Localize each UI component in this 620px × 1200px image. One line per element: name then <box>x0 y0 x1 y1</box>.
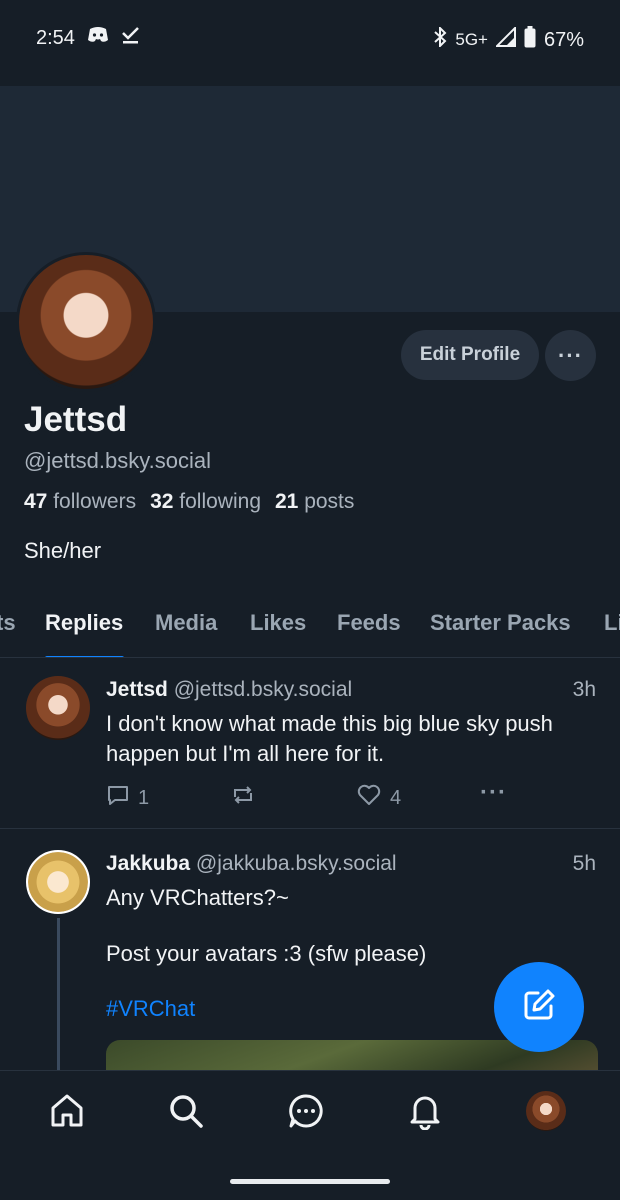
profile-stats: 47 followers 32 following 21 posts <box>24 490 354 514</box>
post-header: Jettsd @jettsd.bsky.social <box>106 678 352 702</box>
reply-count: 1 <box>138 786 150 809</box>
followers-count: 47 <box>24 490 48 513</box>
like-button[interactable]: 4 <box>356 783 401 813</box>
post-time: 5h <box>572 852 596 875</box>
post-author-avatar[interactable] <box>26 676 90 740</box>
profile-avatar[interactable] <box>16 252 156 392</box>
post-actions: 1 4 ··· <box>106 779 526 813</box>
bluetooth-icon <box>433 25 447 53</box>
post-divider <box>0 828 620 829</box>
profile-bio: She/her <box>24 538 102 563</box>
post-more-button[interactable]: ··· <box>480 779 507 807</box>
following-stat[interactable]: 32 following <box>150 490 261 514</box>
tab-lists[interactable]: Li <box>604 610 620 636</box>
tab-media[interactable]: Media <box>155 610 217 636</box>
post-author-name[interactable]: Jakkuba <box>106 852 190 875</box>
profile-tabs: ts Replies Media Likes Feeds Starter Pac… <box>0 604 620 658</box>
tab-feeds[interactable]: Feeds <box>337 610 401 636</box>
tab-likes[interactable]: Likes <box>250 610 306 636</box>
more-dots-icon: ··· <box>558 342 583 368</box>
following-count: 32 <box>150 490 174 513</box>
nav-search[interactable] <box>164 1091 208 1135</box>
bottom-navigation <box>0 1070 620 1200</box>
thread-line <box>57 918 60 1078</box>
compose-button[interactable] <box>494 962 584 1052</box>
post-text: I don't know what made this big blue sky… <box>106 711 553 766</box>
chat-icon <box>287 1092 325 1135</box>
post-header: Jakkuba @jakkuba.bsky.social <box>106 852 397 876</box>
check-icon <box>121 26 141 50</box>
edit-profile-button[interactable]: Edit Profile <box>401 330 539 380</box>
status-bar: 2:54 5G+ 67% <box>0 0 620 86</box>
signal-icon <box>494 25 516 53</box>
repost-button[interactable] <box>230 783 256 813</box>
following-label: following <box>179 490 261 513</box>
status-time: 2:54 <box>36 26 75 49</box>
network-type: 5G+ <box>455 30 488 49</box>
home-icon <box>48 1092 86 1135</box>
like-count: 4 <box>390 786 402 809</box>
compose-icon <box>521 987 557 1028</box>
reply-icon <box>106 783 130 813</box>
discord-icon <box>87 26 109 50</box>
heart-icon <box>356 783 382 813</box>
post-author-avatar[interactable] <box>26 850 90 914</box>
more-options-button[interactable]: ··· <box>545 330 596 381</box>
post-text-line: Any VRChatters?~ <box>106 885 289 910</box>
reply-button[interactable]: 1 <box>106 783 149 813</box>
tab-replies[interactable]: Replies <box>45 610 123 636</box>
battery-percent: 67% <box>543 28 584 51</box>
battery-icon <box>524 26 536 54</box>
display-name: Jettsd <box>24 400 128 439</box>
posts-label: posts <box>304 490 355 513</box>
followers-label: followers <box>53 490 137 513</box>
followers-stat[interactable]: 47 followers <box>24 490 136 514</box>
active-tab-indicator <box>45 656 124 657</box>
nav-notifications[interactable] <box>403 1091 447 1135</box>
post-author-name[interactable]: Jettsd <box>106 678 168 701</box>
profile-handle: @jettsd.bsky.social <box>24 448 211 473</box>
more-dots-icon: ··· <box>480 779 507 806</box>
search-icon <box>167 1092 205 1135</box>
post-text-line: Post your avatars :3 (sfw please) <box>106 941 427 966</box>
repost-icon <box>230 783 256 813</box>
tab-starter-packs[interactable]: Starter Packs <box>430 610 571 636</box>
posts-stat: 21 posts <box>275 490 354 514</box>
hashtag-link[interactable]: #VRChat <box>106 996 195 1022</box>
posts-count: 21 <box>275 490 299 513</box>
post-author-handle[interactable]: @jakkuba.bsky.social <box>196 852 397 875</box>
post-time: 3h <box>572 678 596 701</box>
nav-chat[interactable] <box>284 1091 328 1135</box>
bell-icon <box>406 1092 444 1135</box>
home-indicator[interactable] <box>230 1179 390 1184</box>
tab-posts[interactable]: ts <box>0 610 16 636</box>
post-author-handle[interactable]: @jettsd.bsky.social <box>174 678 353 701</box>
nav-profile-avatar[interactable] <box>526 1091 566 1131</box>
nav-home[interactable] <box>45 1091 89 1135</box>
